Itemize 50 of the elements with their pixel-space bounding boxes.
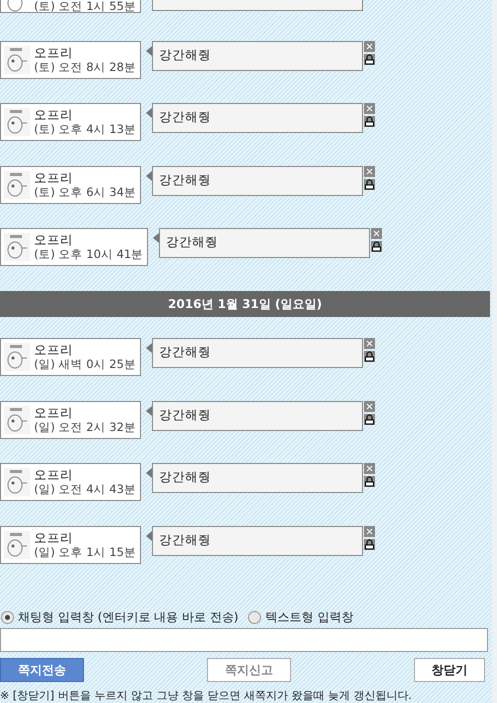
message-time: (일) 새벽 0시 25분 bbox=[34, 356, 136, 372]
avatar-icon bbox=[4, 46, 30, 74]
message-time: (토) 오전 1시 55분 bbox=[34, 0, 136, 12]
message-bubble: 강간해줭 bbox=[152, 103, 363, 134]
radio-button[interactable] bbox=[1, 611, 14, 624]
message-bubble: 강간해줭 bbox=[159, 228, 370, 258]
lock-icon[interactable] bbox=[364, 350, 375, 362]
sender-name: 오프리 bbox=[34, 467, 74, 482]
notice-text: ※ [창닫기] 버튼을 누르지 않고 그냥 창을 닫으면 새쪽지가 왔을때 늦게 갱신됩니다. bbox=[0, 688, 413, 703]
avatar-icon bbox=[4, 406, 30, 434]
message-time: (토) 오후 4시 13분 bbox=[34, 122, 136, 138]
lock-icon[interactable] bbox=[364, 54, 375, 65]
sender-name: 오프리 bbox=[34, 232, 74, 248]
avatar-icon bbox=[4, 468, 30, 496]
action-button[interactable]: 쪽지전송 bbox=[0, 658, 84, 682]
message-time: (토) 오후 10시 41분 bbox=[34, 247, 144, 262]
input-mode-option[interactable]: 채팅형 입력창 (엔터키로 내용 바로 전송) bbox=[1, 609, 238, 626]
message-bubble: 강간해줭 bbox=[152, 166, 363, 196]
radio-button[interactable] bbox=[248, 611, 262, 624]
sender-name: 오프리 bbox=[34, 530, 74, 545]
lock-icon[interactable] bbox=[371, 241, 382, 252]
message-bubble: 강간해줭 bbox=[152, 40, 363, 71]
message-time: (토) 오후 6시 34분 bbox=[34, 184, 136, 200]
action-button[interactable]: 창닫기 bbox=[414, 658, 485, 682]
avatar-icon bbox=[4, 530, 30, 559]
message-bubble: 강간해줭 bbox=[152, 526, 363, 556]
input-mode-option[interactable]: 텍스트형 입력창 bbox=[248, 609, 354, 626]
message-input-field[interactable] bbox=[0, 628, 488, 652]
message-time: (일) 오후 1시 15분 bbox=[34, 544, 136, 560]
action-button[interactable]: 쪽지신고 bbox=[207, 658, 291, 682]
message-time: (일) 오전 4시 43분 bbox=[34, 482, 136, 498]
avatar-icon bbox=[4, 233, 30, 262]
sender-name: 오프리 bbox=[34, 107, 74, 122]
message-time: (일) 오전 2시 32분 bbox=[34, 420, 136, 435]
message-bubble: 강간해줭 bbox=[152, 400, 363, 431]
avatar-icon bbox=[4, 108, 30, 136]
lock-icon[interactable] bbox=[364, 476, 375, 488]
message-bubble: 강간해줭 bbox=[152, 338, 363, 368]
sender-name: 오프리 bbox=[34, 170, 74, 185]
message-bubble: 강간해줭 bbox=[152, 463, 363, 494]
sender-name: 오프리 bbox=[34, 404, 74, 420]
message-time: (토) 오전 8시 28분 bbox=[34, 60, 136, 75]
lock-icon[interactable] bbox=[364, 414, 375, 425]
lock-icon[interactable] bbox=[364, 178, 375, 190]
avatar-icon bbox=[4, 170, 30, 199]
sender-name: 오프리 bbox=[34, 342, 74, 357]
lock-icon[interactable] bbox=[364, 116, 375, 128]
sender-name: 오프리 bbox=[34, 44, 74, 60]
avatar-icon bbox=[4, 342, 30, 371]
lock-icon[interactable] bbox=[364, 538, 375, 550]
